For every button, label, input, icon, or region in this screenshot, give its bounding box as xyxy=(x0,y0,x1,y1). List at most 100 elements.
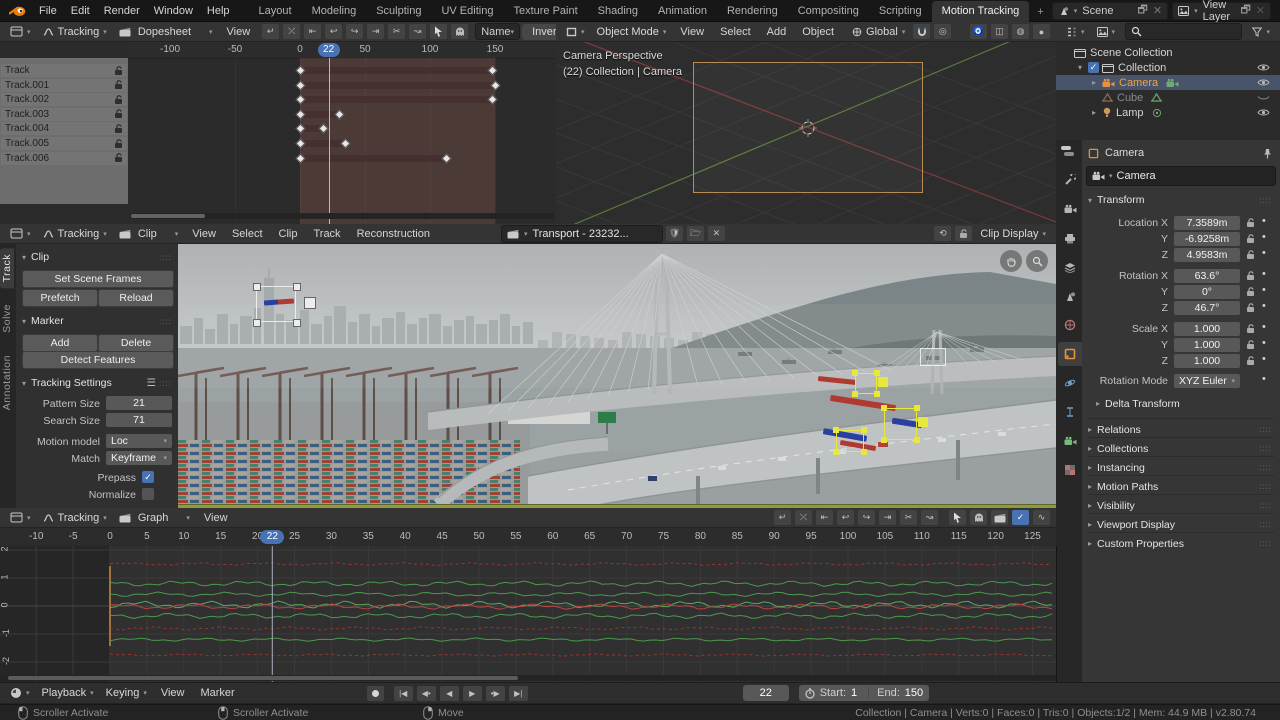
panel-relations[interactable]: ▸ Relations:::: xyxy=(1088,418,1274,437)
workspace-tab-shading[interactable]: Shading xyxy=(588,1,648,22)
object-mode-dropdown[interactable]: Object Mode ▾ xyxy=(592,23,672,40)
delete-keyframes-icon[interactable]: ✂ xyxy=(900,510,917,525)
marker-corner-handle[interactable] xyxy=(253,319,261,327)
setting-dropdown[interactable]: Keyframe ▾ xyxy=(106,451,172,465)
jump-first-icon[interactable]: ⇤ xyxy=(816,510,833,525)
marker-corner-handle[interactable] xyxy=(861,427,867,433)
current-frame-badge[interactable]: 22 xyxy=(260,530,285,544)
outliner-item-collection[interactable]: ▾ ✓ Collection xyxy=(1056,60,1280,75)
mode-selector-graph[interactable]: Tracking ▾ xyxy=(38,509,112,526)
jump-last-icon[interactable]: ⇥ xyxy=(367,24,385,39)
xray-toggle-icon[interactable]: ◍ xyxy=(1012,24,1029,39)
marker-offset-handle[interactable] xyxy=(918,417,928,427)
expander-icon[interactable]: ▸ xyxy=(1092,108,1102,117)
workspace-tab-compositing[interactable]: Compositing xyxy=(788,1,869,22)
marker-corner-handle[interactable] xyxy=(852,370,858,376)
mode-selector-clip[interactable]: Tracking ▾ xyxy=(38,225,112,242)
properties-tab-texture-icon[interactable] xyxy=(1058,458,1082,482)
dopesheet-hscroll-thumb[interactable] xyxy=(131,214,205,218)
properties-tab-view-layer-icon[interactable] xyxy=(1058,255,1082,279)
view-layer-selector[interactable]: ▾ View Layer 🗗 ✕ xyxy=(1172,0,1271,23)
lock-icon[interactable] xyxy=(1246,271,1255,281)
mode-selector-dopesheet[interactable]: Tracking ▾ xyxy=(38,23,112,40)
interpolation-icon[interactable]: ↝ xyxy=(409,24,427,39)
lock-icon[interactable] xyxy=(114,65,123,76)
scene-selector[interactable]: ▾ Scene 🗗 ✕ xyxy=(1051,1,1169,20)
transform-value-input[interactable]: 1.000 xyxy=(1174,354,1240,368)
marker-corner-handle[interactable] xyxy=(874,370,880,376)
marker-corner-handle[interactable] xyxy=(293,283,301,291)
outliner-item-camera[interactable]: ▸ Camera xyxy=(1056,75,1280,90)
marker-pattern-box[interactable] xyxy=(836,430,864,452)
menu-graph-view[interactable]: View xyxy=(197,508,235,528)
clip-display-dropdown[interactable]: Clip Display ▾ xyxy=(975,225,1051,242)
panel-motion-paths[interactable]: ▸ Motion Paths:::: xyxy=(1088,475,1274,494)
checkbox-prepass[interactable]: ✓ xyxy=(142,471,154,483)
workspace-tab-scripting[interactable]: Scripting xyxy=(869,1,932,22)
panel-header-tracking-settings[interactable]: ▾ Tracking Settings ☰:::: xyxy=(22,376,174,390)
editor-type-icon[interactable]: ▾ xyxy=(5,23,36,40)
menu-timeline-marker[interactable]: Marker xyxy=(193,683,241,703)
expander-icon[interactable]: ▾ xyxy=(1078,63,1088,72)
marker-offset-handle[interactable] xyxy=(878,377,888,387)
track-channel[interactable]: Track xyxy=(1,64,127,77)
onion-skin-icon[interactable] xyxy=(970,510,987,525)
properties-tab-physics-icon[interactable] xyxy=(1058,371,1082,395)
keying-dropdown[interactable]: Keying ▾ xyxy=(101,685,152,702)
workspace-tab-uv-editing[interactable]: UV Editing xyxy=(431,1,503,22)
panel-collections[interactable]: ▸ Collections:::: xyxy=(1088,437,1274,456)
eye-icon[interactable] xyxy=(1257,78,1270,87)
properties-editor-icon[interactable] xyxy=(1060,145,1078,157)
panel-header-clip[interactable]: ▾ Clip:::: xyxy=(22,250,174,264)
animate-dot-icon[interactable]: • xyxy=(1262,353,1266,365)
properties-tab-render-icon[interactable] xyxy=(1058,197,1082,221)
lock-icon[interactable] xyxy=(1246,218,1255,228)
menu-viewport-view[interactable]: View xyxy=(673,22,711,42)
pivot-point-icon[interactable]: ⟲ xyxy=(934,226,952,241)
jump-start-button[interactable]: |◀ xyxy=(393,685,413,701)
graph-hscroll-thumb[interactable] xyxy=(8,676,518,680)
side-tab-annotation[interactable]: Annotation xyxy=(0,349,14,416)
scene-name[interactable]: Scene xyxy=(1082,5,1132,17)
animate-dot-icon[interactable]: • xyxy=(1262,300,1266,312)
outliner-display-mode-icon[interactable]: ▾ xyxy=(1061,23,1090,40)
workspace-tab-modeling[interactable]: Modeling xyxy=(302,1,367,22)
collection-checkbox[interactable]: ✓ xyxy=(1088,62,1099,73)
jump-end-button[interactable]: ▶| xyxy=(508,685,528,701)
side-tab-track[interactable]: Track xyxy=(0,248,14,289)
graph-canvas[interactable]: 2 1 0 -1 -2 xyxy=(0,546,1057,682)
outliner-item-lamp[interactable]: ▸ Lamp xyxy=(1056,105,1280,120)
animate-dot-icon[interactable]: • xyxy=(1262,284,1266,296)
marker-corner-handle[interactable] xyxy=(914,405,920,411)
pan-gizmo[interactable] xyxy=(1000,250,1022,272)
editor-selector-graph[interactable]: Graph ▾ xyxy=(114,509,195,526)
animate-dot-icon[interactable]: • xyxy=(1262,231,1266,243)
gizmo-dropdown-icon[interactable]: 🧿 xyxy=(970,24,987,39)
outliner-item-scene-collection[interactable]: Scene Collection xyxy=(1056,45,1280,60)
lock-icon[interactable] xyxy=(114,80,123,90)
setting-value-input[interactable]: 71 xyxy=(106,413,172,427)
setting-value-input[interactable]: 21 xyxy=(106,396,172,410)
workspace-tab-sculpting[interactable]: Sculpting xyxy=(366,1,431,22)
menu-topbar-help[interactable]: Help xyxy=(200,1,237,21)
prev-frame-button[interactable]: ◀ xyxy=(439,685,459,701)
transform-value-input[interactable]: 1.000 xyxy=(1174,322,1240,336)
marker-corner-handle[interactable] xyxy=(881,437,887,443)
transform-value-input[interactable]: -6.9258m xyxy=(1174,232,1240,246)
side-tab-solve[interactable]: Solve xyxy=(0,298,14,339)
next-keyframe-icon[interactable]: ↪ xyxy=(858,510,875,525)
interpolation-icon[interactable]: ↝ xyxy=(921,510,938,525)
lock-icon[interactable] xyxy=(1246,250,1255,260)
button-set-scene-frames[interactable]: Set Scene Frames xyxy=(22,270,174,288)
outliner-filter-type-icon[interactable]: ▾ xyxy=(1092,23,1121,40)
blender-logo-icon[interactable] xyxy=(9,4,26,18)
menu-clip-clip[interactable]: Clip xyxy=(272,224,305,244)
marker-corner-handle[interactable] xyxy=(253,283,261,291)
setting-dropdown[interactable]: Loc ▾ xyxy=(106,434,172,448)
next-keyframe-icon[interactable]: ↪ xyxy=(346,24,364,39)
eye-icon[interactable] xyxy=(1257,93,1270,102)
marker-corner-handle[interactable] xyxy=(852,391,858,397)
next-keyframe-button[interactable]: •▶ xyxy=(485,685,505,701)
editor-type-icon[interactable]: ▾ xyxy=(5,225,36,242)
lock-icon[interactable] xyxy=(1246,340,1255,350)
